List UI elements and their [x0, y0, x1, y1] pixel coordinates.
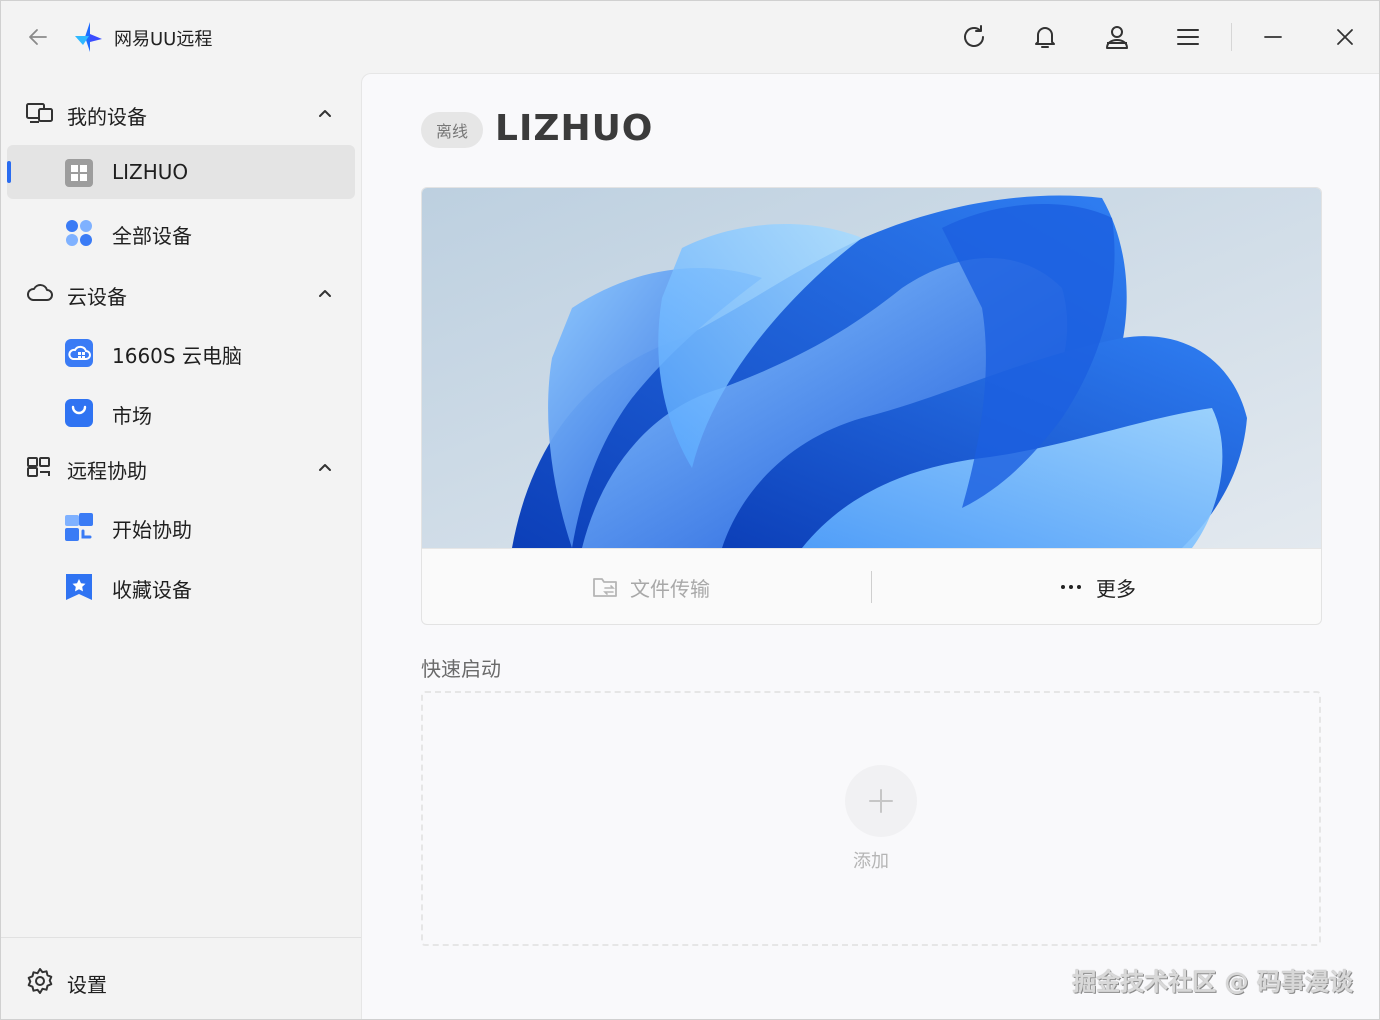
close-icon: [1337, 29, 1353, 45]
title-bar: 网易UU远程: [1, 1, 1379, 73]
card-actions: 文件传输 更多: [422, 548, 1321, 624]
titlebar-divider: [1231, 23, 1232, 51]
plus-icon: [869, 789, 893, 813]
settings-label: 设置: [67, 973, 107, 997]
close-button[interactable]: [1327, 19, 1363, 55]
active-indicator: [7, 161, 11, 183]
status-badge: 离线: [421, 112, 483, 148]
actions-divider: [871, 571, 872, 603]
notification-button[interactable]: [1027, 19, 1063, 55]
app-logo-icon: [75, 22, 102, 52]
settings-button[interactable]: 设置: [1, 953, 361, 1007]
back-button[interactable]: [23, 23, 53, 51]
remote-assist-icon: [27, 457, 50, 477]
more-label: 更多: [1096, 576, 1136, 601]
sidebar-group-my-devices[interactable]: 我的设备: [1, 91, 361, 135]
add-button[interactable]: [845, 765, 917, 837]
user-icon: [1106, 26, 1128, 49]
sidebar-group-cloud-devices[interactable]: 云设备: [1, 271, 361, 315]
sidebar-item-label: 全部设备: [112, 224, 192, 248]
hamburger-menu-icon: [1177, 29, 1199, 45]
device-title: LIZHUO: [495, 108, 654, 149]
app-title: 网易UU远程: [114, 29, 213, 50]
sidebar-item-favorites[interactable]: 收藏设备: [7, 559, 355, 613]
minimize-icon: [1264, 36, 1282, 38]
device-preview-card: 文件传输 更多: [421, 187, 1322, 625]
sidebar-item-lizhuo[interactable]: LIZHUO: [7, 145, 355, 199]
sidebar: 我的设备 LIZHUO 全部设备 云设备 1660S 云电脑 市场 远程协助 开…: [1, 73, 361, 1019]
file-transfer-label: 文件传输: [630, 576, 710, 601]
sidebar-item-label: LIZHUO: [112, 160, 189, 184]
sidebar-group-label: 远程协助: [67, 459, 147, 483]
arrow-left-icon: [29, 29, 47, 45]
refresh-icon: [964, 25, 984, 47]
chevron-up-icon: [319, 464, 331, 471]
sidebar-item-all-devices[interactable]: 全部设备: [7, 205, 355, 259]
minimize-button[interactable]: [1255, 19, 1291, 55]
sidebar-item-start-assist[interactable]: 开始协助: [7, 499, 355, 553]
sidebar-item-label: 1660S 云电脑: [112, 344, 242, 368]
desktop-wallpaper-preview[interactable]: [422, 188, 1321, 548]
refresh-button[interactable]: [956, 19, 992, 55]
main-content: 离线 LIZHUO 文件传输 更多 快速启动 添加: [361, 73, 1379, 1019]
more-dots-icon: [1061, 585, 1081, 589]
sidebar-group-label: 云设备: [67, 285, 127, 309]
sidebar-group-label: 我的设备: [67, 105, 147, 129]
quick-launch-title: 快速启动: [421, 657, 501, 681]
quick-launch-area: 添加: [421, 691, 1321, 946]
bell-icon: [1035, 27, 1055, 48]
menu-button[interactable]: [1170, 19, 1206, 55]
shopping-bag-icon: [65, 399, 93, 427]
more-button[interactable]: 更多: [1058, 549, 1136, 624]
watermark: 掘金技术社区 @ 码事漫谈: [1072, 968, 1353, 996]
sidebar-item-label: 收藏设备: [112, 578, 192, 602]
sidebar-item-label: 市场: [112, 404, 152, 428]
account-button[interactable]: [1099, 19, 1135, 55]
sidebar-group-remote-assist[interactable]: 远程协助: [1, 445, 361, 489]
devices-icon: [26, 103, 53, 123]
folder-transfer-icon: [593, 578, 617, 597]
gear-icon: [27, 968, 53, 994]
sidebar-item-label: 开始协助: [112, 518, 192, 542]
sidebar-item-cloud-pc[interactable]: 1660S 云电脑: [7, 325, 355, 379]
chevron-up-icon: [319, 290, 331, 297]
cloud-pc-icon: [65, 339, 93, 367]
cloud-icon: [27, 284, 53, 301]
sidebar-item-market[interactable]: 市场: [7, 385, 355, 439]
grid-dots-icon: [66, 220, 92, 246]
sidebar-divider: [1, 937, 361, 938]
app-window: 网易UU远程 我的设备 LIZHUO 全部设备 云设备 1660S 云电脑 市场…: [0, 0, 1380, 1020]
chevron-up-icon: [319, 110, 331, 117]
start-assist-icon: [65, 513, 93, 541]
add-label: 添加: [853, 851, 889, 872]
windows-icon: [65, 159, 93, 187]
file-transfer-button[interactable]: 文件传输: [592, 549, 710, 624]
bookmark-star-icon: [66, 574, 92, 600]
